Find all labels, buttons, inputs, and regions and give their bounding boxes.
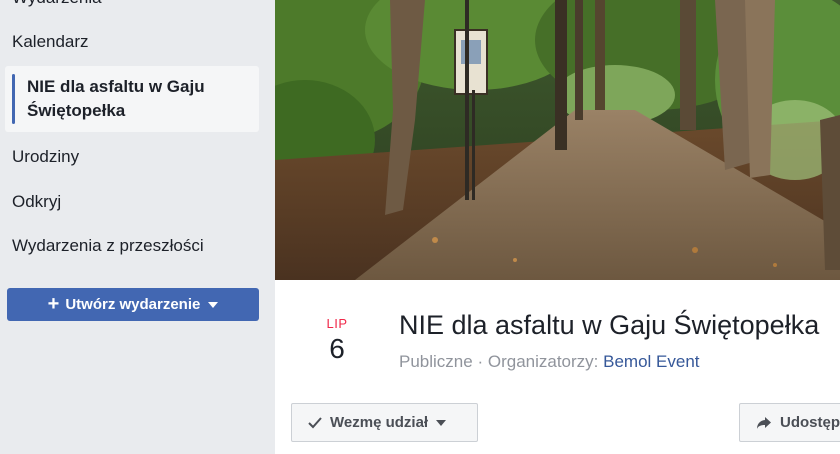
organizer-link[interactable]: Bemol Event — [603, 352, 699, 371]
sidebar-item-wydarzenia[interactable]: Wydarzenia — [12, 0, 102, 8]
going-button-label: Wezmę udział — [330, 414, 429, 431]
caret-down-icon — [208, 301, 219, 308]
create-event-button[interactable]: + Utwórz wydarzenie — [7, 288, 259, 321]
share-button-label: Udostępnij — [780, 414, 840, 431]
event-main: LIP 6 NIE dla asfaltu w Gaju Świętopełka… — [275, 0, 840, 454]
caret-down-icon — [436, 419, 447, 426]
checkmark-icon — [308, 416, 322, 428]
sidebar-item-urodziny[interactable]: Urodziny — [12, 147, 79, 167]
event-title: NIE dla asfaltu w Gaju Świętopełka — [399, 310, 820, 340]
share-arrow-icon — [757, 416, 771, 429]
sidebar-item-past-events[interactable]: Wydarzenia z przeszłości — [12, 236, 204, 256]
going-button[interactable]: Wezmę udział — [291, 403, 478, 442]
sidebar-item-current-event[interactable]: NIE dla asfaltu w Gaju Świętopełka — [5, 66, 259, 132]
plus-icon: + — [47, 292, 60, 315]
sidebar-item-kalendarz[interactable]: Kalendarz — [12, 32, 89, 52]
active-indicator — [12, 74, 15, 124]
meta-separator: · — [477, 352, 484, 371]
event-meta: Publiczne · Organizatorzy: Bemol Event — [399, 352, 700, 372]
event-date-day: 6 — [329, 333, 345, 364]
sidebar-item-label: NIE dla asfaltu w Gaju Świętopełka — [27, 77, 205, 120]
create-event-label: Utwórz wydarzenie — [65, 296, 201, 313]
share-button[interactable]: Udostępnij — [739, 403, 840, 442]
event-date: LIP 6 — [317, 316, 357, 365]
event-date-month: LIP — [326, 316, 348, 331]
event-privacy: Publiczne — [399, 352, 473, 371]
event-cover-photo — [275, 0, 840, 280]
sidebar: Wydarzenia Kalendarz NIE dla asfaltu w G… — [0, 0, 275, 454]
sidebar-item-odkryj[interactable]: Odkryj — [12, 192, 61, 212]
organizers-label: Organizatorzy: — [487, 352, 599, 371]
